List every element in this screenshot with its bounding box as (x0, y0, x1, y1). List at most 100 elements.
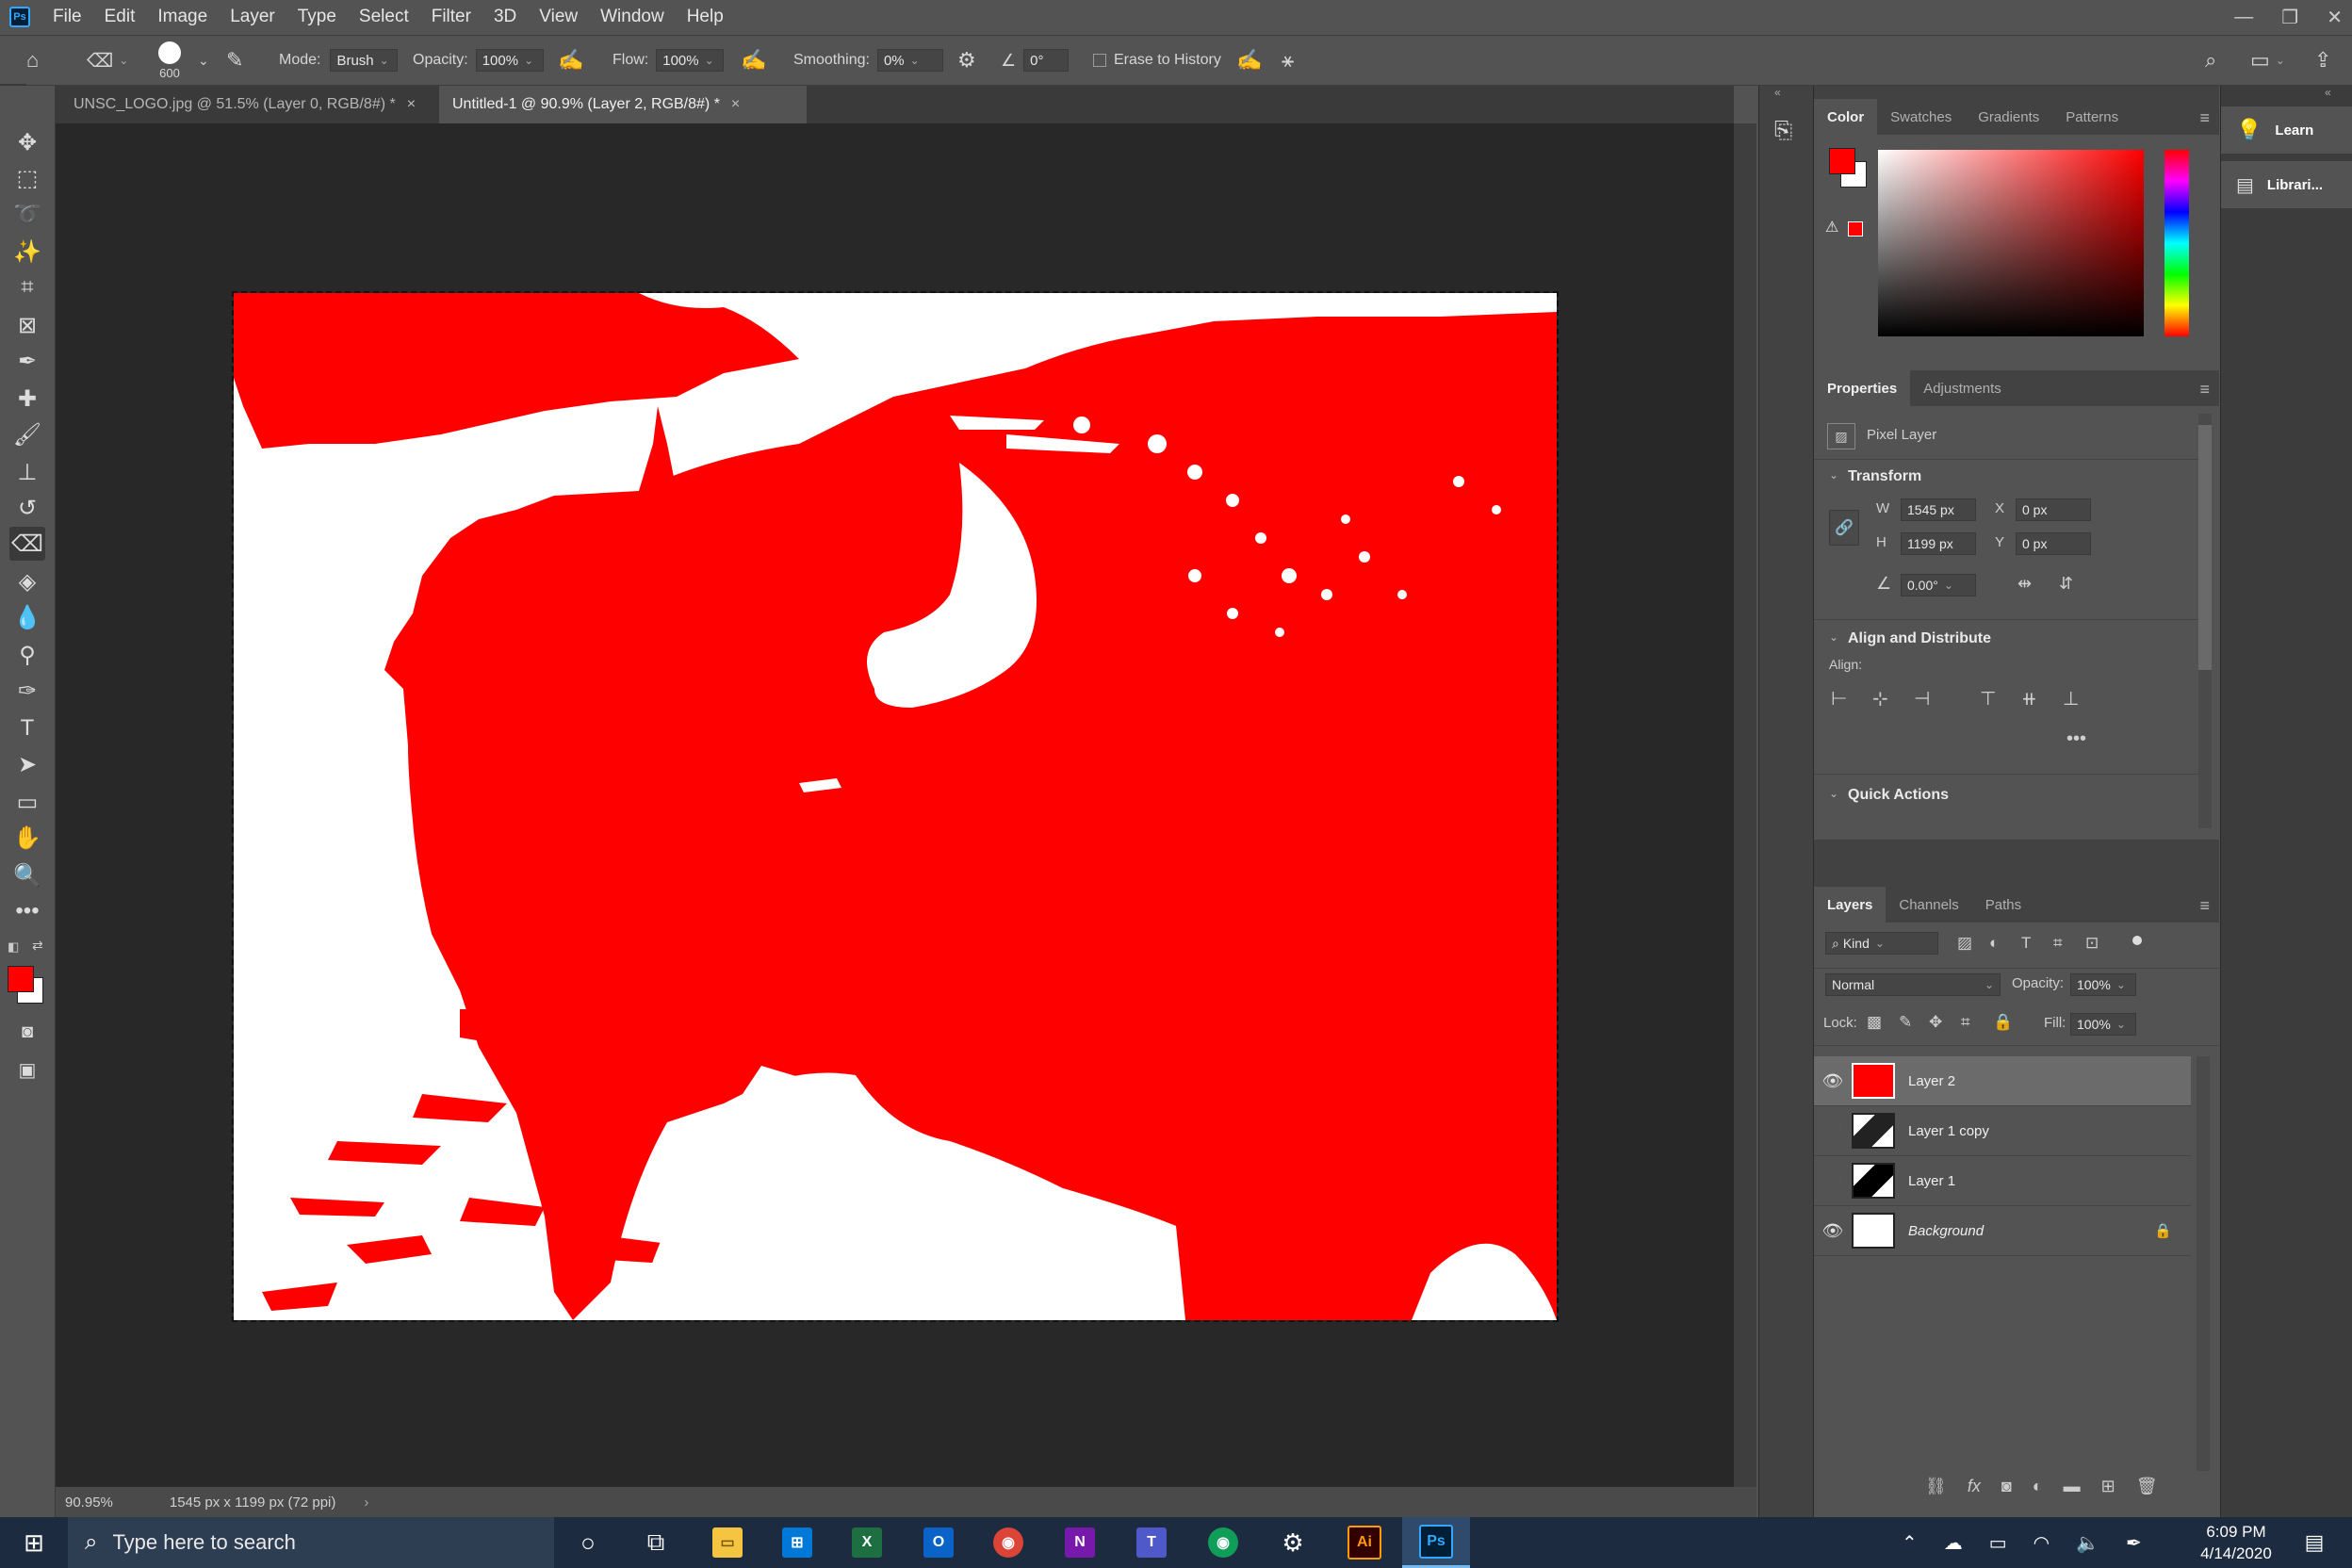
visibility-toggle[interactable] (1814, 1170, 1852, 1191)
restore-icon[interactable]: ❐ (2281, 6, 2298, 29)
opacity-input[interactable]: 100% ⌄ (475, 49, 544, 72)
menu-layer[interactable]: Layer (219, 7, 286, 27)
tab-paths[interactable]: Paths (1972, 887, 2034, 923)
lock-position-icon[interactable]: ✥ (1929, 1013, 1942, 1032)
filter-pixel-icon[interactable]: ▨ (1957, 934, 1972, 953)
brush-size-picker[interactable]: 600 (158, 36, 181, 85)
layer-opacity-input[interactable]: 100% ⌄ (2070, 973, 2136, 996)
tab-properties[interactable]: Properties (1814, 370, 1911, 406)
expand-panels-icon[interactable]: « (1774, 86, 1781, 99)
clone-stamp-icon[interactable]: ⊥ (9, 455, 45, 489)
workspace-icon[interactable]: ▭ ⌄ (2250, 36, 2285, 85)
filter-smart-object-icon[interactable]: ⊡ (2085, 934, 2099, 953)
symmetry-icon[interactable]: ⚹ (1282, 36, 1294, 85)
align-middle-v-icon[interactable]: ⧺ (2021, 687, 2037, 710)
illustrator-icon[interactable]: Ai (1331, 1517, 1398, 1568)
minimize-icon[interactable]: — (2234, 7, 2253, 28)
foreground-color-swatch[interactable] (8, 966, 34, 992)
menu-select[interactable]: Select (348, 7, 420, 27)
airbrush-icon[interactable]: ✍ (741, 36, 766, 85)
gamut-warning-icon[interactable]: ⚠ (1825, 218, 1838, 237)
width-input[interactable]: 1545 px (1901, 498, 1976, 521)
chevron-down-icon[interactable]: ⌄ (198, 36, 209, 85)
lasso-tool-icon[interactable]: ➰ (9, 197, 45, 231)
tab-gradients[interactable]: Gradients (1965, 99, 2052, 135)
home-icon[interactable]: ⌂ (26, 36, 39, 85)
photoshop-taskbar-icon[interactable]: Ps (1402, 1517, 1470, 1568)
tab-swatches[interactable]: Swatches (1877, 99, 1965, 135)
zoom-level[interactable]: 90.95% (65, 1494, 113, 1511)
microsoft-store-icon[interactable]: ⊞ (763, 1517, 831, 1568)
adjustment-layer-icon[interactable]: ◐ (2033, 1477, 2043, 1496)
swap-colors-icon[interactable]: ⇄ (32, 938, 43, 954)
tab-channels[interactable]: Channels (1886, 887, 1971, 923)
paint-bucket-icon[interactable]: ◈ (9, 564, 45, 598)
pen-tool-icon[interactable]: ✑ (9, 674, 45, 708)
history-panel-icon[interactable]: ⎘ (1774, 118, 1792, 144)
crop-tool-icon[interactable]: ⌗ (9, 270, 45, 304)
share-icon[interactable]: ⇪ (2314, 36, 2331, 85)
layer-row-layer-1-copy[interactable]: Layer 1 copy (1814, 1106, 2191, 1156)
rectangle-tool-icon[interactable]: ▭ (9, 785, 45, 819)
teams-icon[interactable]: T (1118, 1517, 1185, 1568)
more-options-icon[interactable]: ••• (2066, 728, 2086, 750)
layer-filter-select[interactable]: ⌕ Kind ⌄ (1825, 932, 1938, 955)
chevron-down-icon[interactable]: ⌄ (1829, 630, 1838, 644)
add-mask-icon[interactable]: ◙ (2001, 1477, 2012, 1496)
link-icon[interactable]: 🔗 (1829, 510, 1859, 546)
lock-icon[interactable]: 🔒 (2154, 1222, 2172, 1239)
menu-help[interactable]: Help (676, 7, 735, 27)
filter-shape-icon[interactable]: ⌗ (2053, 934, 2063, 953)
quick-mask-icon[interactable]: ◙ (9, 1015, 45, 1049)
excel-icon[interactable]: X (833, 1517, 901, 1568)
eraser-tool-icon[interactable]: ⌫ (9, 527, 45, 561)
rotation-input[interactable]: 0.00° ⌄ (1901, 574, 1976, 596)
align-center-h-icon[interactable]: ⊹ (1872, 687, 1888, 710)
menu-filter[interactable]: Filter (420, 7, 482, 27)
wifi-icon[interactable]: ◠ (2034, 1531, 2050, 1555)
file-explorer-icon[interactable]: ▭ (694, 1517, 761, 1568)
chrome-profile-icon[interactable]: ◉ (1189, 1517, 1257, 1568)
chevron-down-icon[interactable]: ⌄ (1829, 468, 1838, 482)
dodge-tool-icon[interactable]: ⚲ (9, 638, 45, 672)
lock-artboard-icon[interactable]: ⌗ (1961, 1013, 1970, 1032)
zoom-tool-icon[interactable]: 🔍 (9, 858, 45, 892)
link-layers-icon[interactable]: ⛓ (1925, 1477, 1947, 1496)
path-selection-icon[interactable]: ➤ (9, 747, 45, 781)
volume-icon[interactable]: 🔈 (2076, 1531, 2099, 1555)
y-input[interactable]: 0 px (2016, 532, 2091, 555)
new-layer-icon[interactable]: ⊞ (2101, 1477, 2115, 1496)
close-tab-icon[interactable]: × (731, 96, 740, 113)
windows-start-icon[interactable]: ⊞ (0, 1517, 68, 1568)
chrome-icon[interactable]: ◉ (974, 1517, 1042, 1568)
document-canvas[interactable] (232, 291, 1559, 1322)
onenote-icon[interactable]: N (1046, 1517, 1114, 1568)
layer-row-layer-2[interactable]: 👁 Layer 2 (1814, 1056, 2191, 1106)
chevron-down-icon[interactable]: ⌄ (1829, 787, 1838, 800)
pressure-opacity-icon[interactable]: ✍ (558, 36, 583, 85)
settings-gear-icon[interactable]: ⚙ (1259, 1517, 1327, 1568)
history-brush-icon[interactable]: ↺ (9, 491, 45, 525)
taskbar-search-box[interactable]: ⌕ Type here to search (68, 1517, 554, 1568)
visibility-eye-icon[interactable]: 👁 (1814, 1221, 1852, 1241)
layer-row-layer-1[interactable]: Layer 1 (1814, 1156, 2191, 1206)
hue-slider[interactable] (2164, 150, 2189, 336)
screen-mode-icon[interactable]: ▣ (9, 1053, 45, 1086)
menu-view[interactable]: View (528, 7, 589, 27)
lock-transparency-icon[interactable]: ▩ (1867, 1013, 1882, 1032)
filter-toggle-icon[interactable] (2132, 936, 2142, 945)
battery-icon[interactable]: ▭ (1989, 1531, 2007, 1555)
outlook-icon[interactable]: O (905, 1517, 972, 1568)
tab-untitled-1[interactable]: Untitled-1 @ 90.9% (Layer 2, RGB/8#) * × (439, 86, 807, 123)
flow-input[interactable]: 100% ⌄ (656, 49, 725, 72)
eyedropper-icon[interactable]: ✒ (9, 344, 45, 378)
gamut-color-swatch[interactable] (1848, 221, 1863, 237)
learn-button[interactable]: 💡 Learn (2221, 106, 2352, 154)
visibility-toggle[interactable] (1814, 1120, 1852, 1141)
healing-brush-icon[interactable]: ✚ (9, 382, 45, 416)
properties-scrollbar[interactable] (2198, 414, 2212, 828)
flip-vertical-icon[interactable]: ⇵ (2059, 574, 2073, 594)
menu-image[interactable]: Image (146, 7, 219, 27)
close-tab-icon[interactable]: × (407, 96, 416, 113)
menu-edit[interactable]: Edit (93, 7, 147, 27)
